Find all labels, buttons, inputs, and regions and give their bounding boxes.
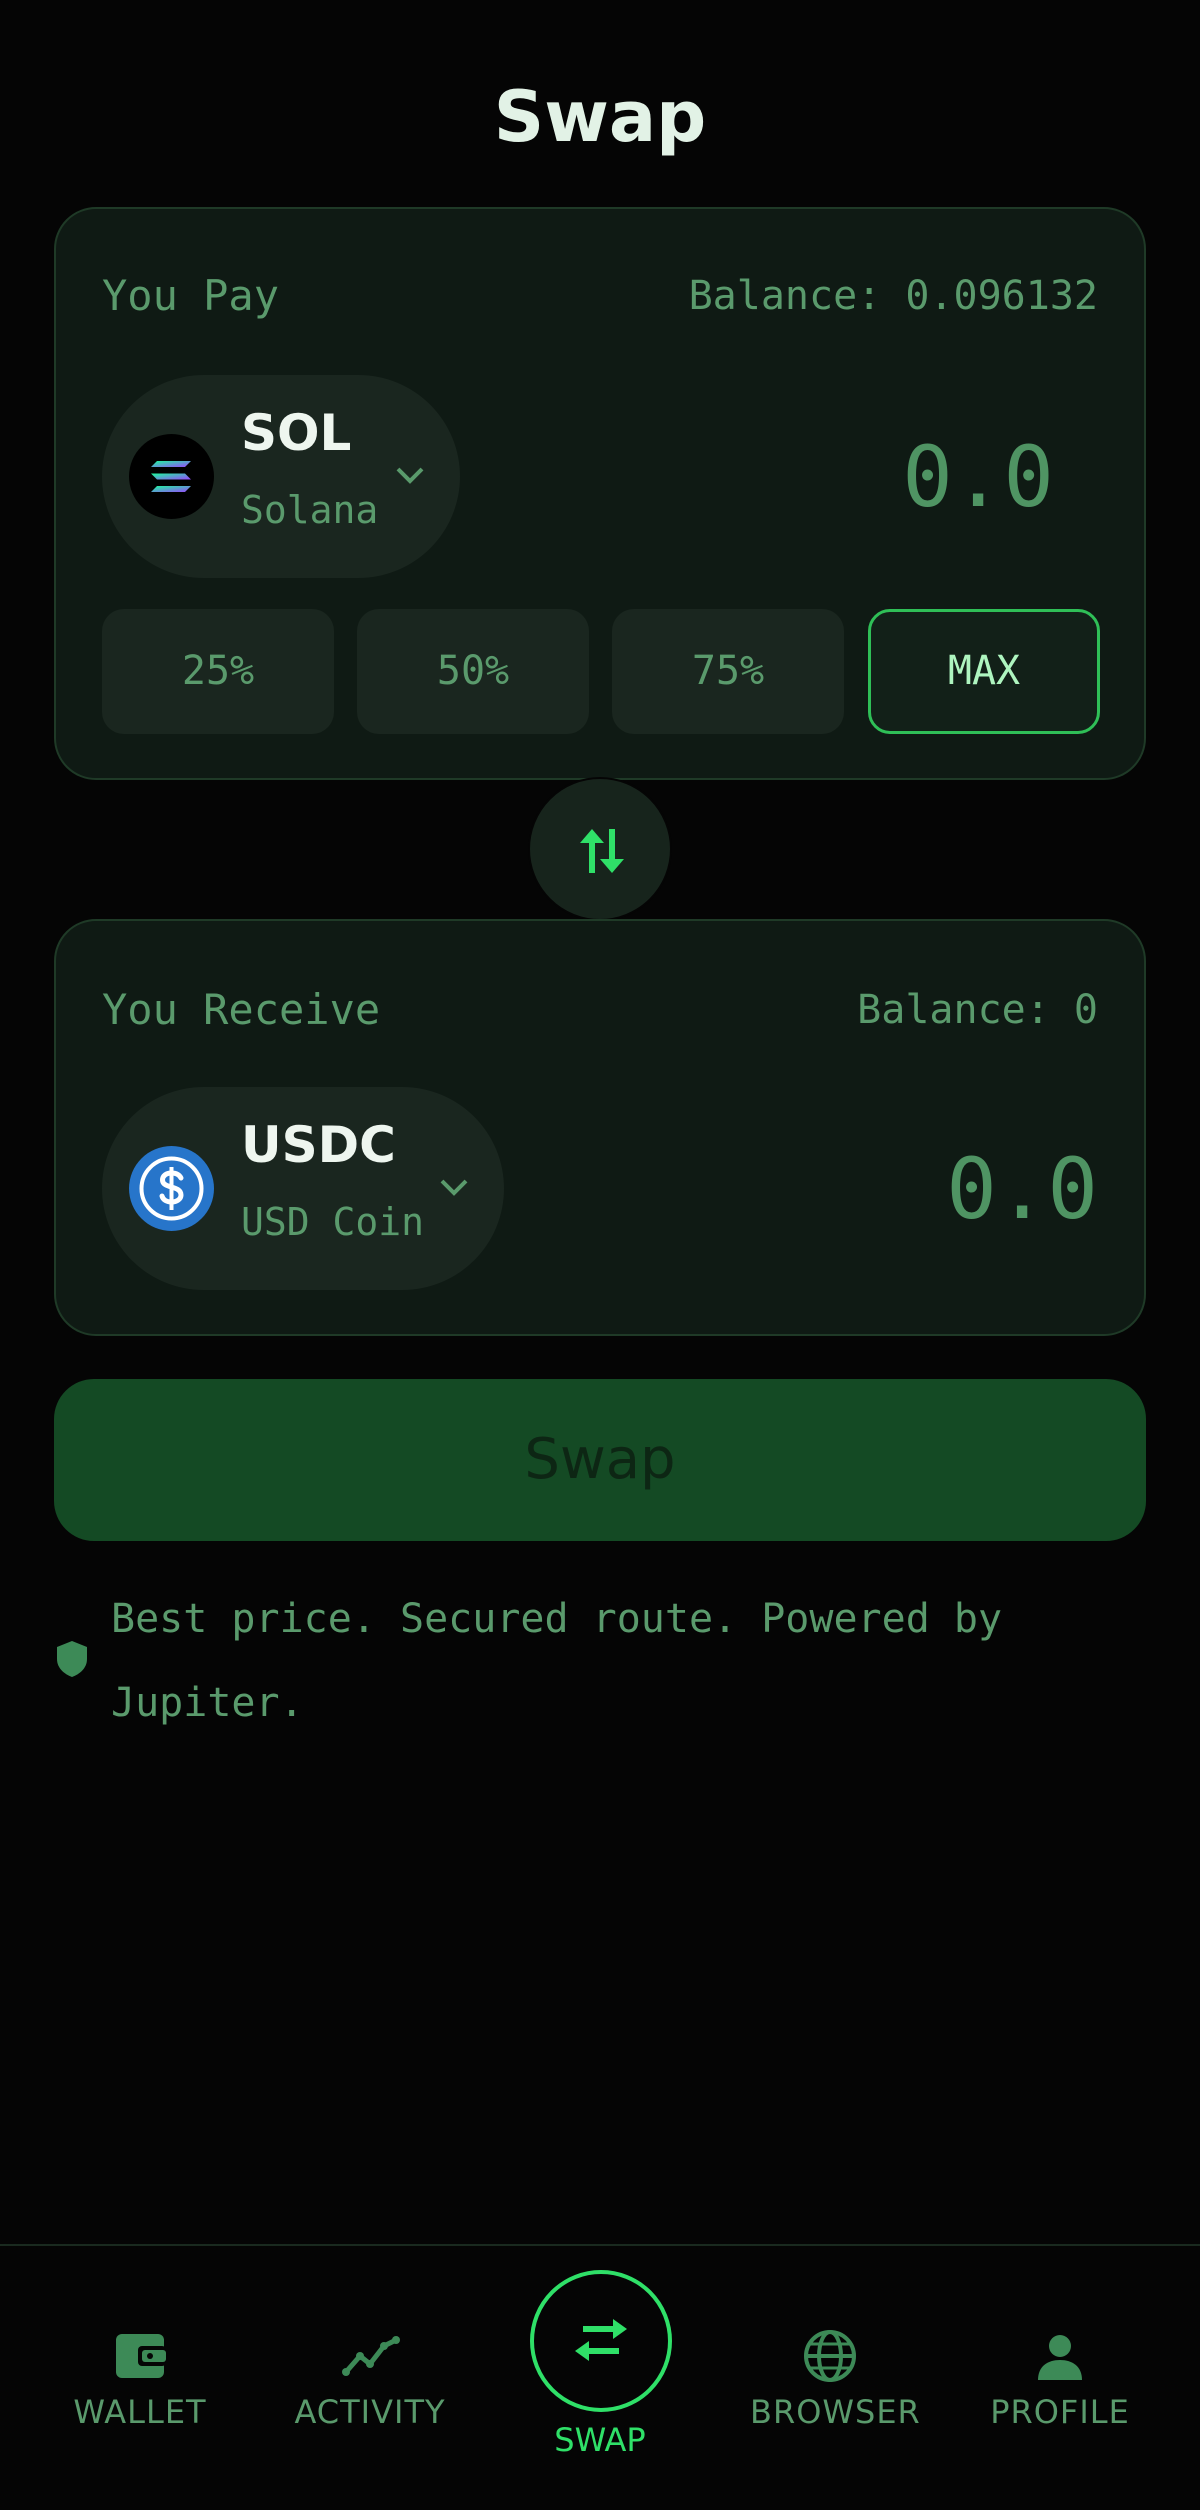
receive-token-selector[interactable]: USDC USD Coin — [102, 1087, 504, 1290]
usdc-logo-icon — [129, 1146, 214, 1231]
receive-card: You Receive Balance: 0 USDC USD Coin 0.0 — [54, 919, 1146, 1336]
nav-swap[interactable] — [530, 2270, 672, 2412]
swap-icon — [575, 2319, 627, 2361]
pay-balance: Balance: 0.096132 — [688, 273, 1098, 319]
nav-swap-label: SWAP — [554, 2421, 646, 2459]
pay-card: You Pay Balance: 0.096132 SOL Solana 0.0 — [54, 207, 1146, 780]
percent-buttons: 25% 50% 75% MAX — [102, 609, 1102, 734]
pay-token-symbol: SOL — [241, 404, 352, 462]
pay-token-selector[interactable]: SOL Solana — [102, 375, 460, 578]
solana-logo-icon — [129, 434, 214, 519]
chevron-down-icon — [440, 1179, 468, 1196]
pay-label: You Pay — [102, 271, 280, 320]
wallet-icon — [116, 2334, 166, 2378]
nav-activity-label: ACTIVITY — [294, 2393, 446, 2431]
bottom-nav: WALLET ACTIVITY SWAP BROWSER PROFILE — [0, 2244, 1200, 2510]
person-icon — [1038, 2335, 1082, 2380]
receive-token-symbol: USDC — [241, 1116, 396, 1174]
nav-profile-label: PROFILE — [990, 2393, 1130, 2431]
nav-profile[interactable]: PROFILE — [980, 2246, 1140, 2510]
nav-browser-label: BROWSER — [750, 2393, 921, 2431]
pay-token-name: Solana — [241, 488, 379, 532]
max-button[interactable]: MAX — [868, 609, 1100, 734]
shield-icon — [57, 1641, 87, 1677]
swap-button[interactable]: Swap — [54, 1379, 1146, 1541]
nav-activity[interactable]: ACTIVITY — [280, 2246, 460, 2510]
receive-label: You Receive — [102, 985, 381, 1034]
nav-wallet-label: WALLET — [73, 2393, 207, 2431]
receive-amount-output: 0.0 — [946, 1140, 1098, 1238]
nav-browser[interactable]: BROWSER — [750, 2246, 921, 2510]
receive-token-name: USD Coin — [241, 1200, 425, 1244]
route-note-text: Best price. Secured route. Powered by Ju… — [111, 1596, 1003, 1726]
swap-vertical-icon — [580, 829, 624, 873]
receive-balance: Balance: 0 — [857, 987, 1098, 1033]
page-title: Swap — [493, 76, 707, 158]
percent-50-button[interactable]: 50% — [357, 609, 589, 734]
percent-75-button[interactable]: 75% — [612, 609, 844, 734]
chevron-down-icon — [396, 467, 424, 484]
swap-direction-button[interactable] — [528, 777, 672, 921]
percent-25-button[interactable]: 25% — [102, 609, 334, 734]
pay-amount-input[interactable]: 0.0 — [902, 427, 1054, 527]
route-note: Best price. Secured route. Powered by Ju… — [54, 1577, 1094, 1757]
nav-wallet[interactable]: WALLET — [60, 2246, 220, 2510]
globe-icon — [804, 2330, 856, 2382]
activity-icon — [342, 2336, 400, 2376]
